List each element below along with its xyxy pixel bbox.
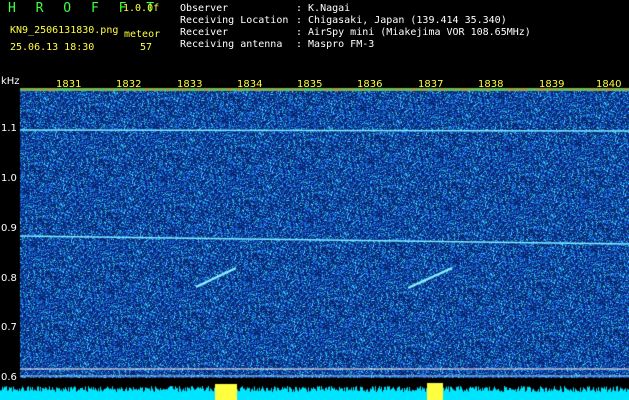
location-label: Receiving Location <box>180 15 289 26</box>
time-tick: 1833 <box>177 79 203 90</box>
time-tick: 1832 <box>116 79 142 90</box>
receiver-label: Receiver <box>180 27 229 38</box>
time-tick: 1834 <box>237 79 263 90</box>
time-tick: 1836 <box>357 79 383 90</box>
y-axis-unit: kHz <box>1 76 20 87</box>
app-version: 1.0.0f <box>123 3 160 14</box>
time-tick: 1831 <box>56 79 82 90</box>
file-name: KN9_2506131830.png <box>10 25 119 36</box>
time-tick: 1840 <box>596 79 622 90</box>
y-tick: 0.8 <box>1 273 17 284</box>
location-value: : Chigasaki, Japan (139.414 35.340) <box>296 15 507 26</box>
y-tick: 0.9 <box>1 223 17 234</box>
time-tick: 1835 <box>297 79 323 90</box>
observer-value: : K.Nagai <box>296 3 351 14</box>
y-tick: 0.7 <box>1 322 17 333</box>
time-tick: 1838 <box>478 79 504 90</box>
y-tick: 1.0 <box>1 173 17 184</box>
antenna-label: Receiving antenna <box>180 39 283 50</box>
y-tick: 1.1 <box>1 123 17 134</box>
receiver-value: : AirSpy mini (Miakejima VOR 108.65MHz) <box>296 27 531 38</box>
meteor-count: 57 <box>140 42 153 53</box>
spectrogram-canvas <box>0 78 629 400</box>
time-tick: 1837 <box>418 79 444 90</box>
y-tick: 0.6 <box>1 372 17 383</box>
antenna-value: : Maspro FM-3 <box>296 39 375 50</box>
time-tick: 1839 <box>539 79 565 90</box>
capture-datetime: 25.06.13 18:30 <box>10 42 95 53</box>
meteor-label: meteor <box>124 29 161 40</box>
observer-label: Observer <box>180 3 229 14</box>
